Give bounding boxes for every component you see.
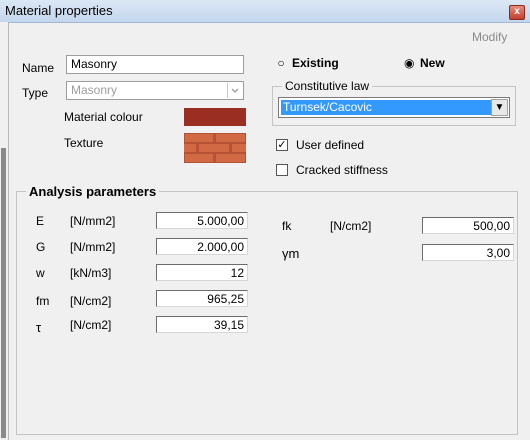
constitutive-law-label: Constitutive law [282,79,373,93]
param-unit: [N/cm2] [70,318,112,332]
radio-selected-icon: ◉ [404,56,415,70]
window-title: Material properties [5,3,113,18]
param-input-tau[interactable]: 39,15 [156,316,248,333]
close-icon[interactable]: x [509,5,525,20]
left-panel-edge [0,22,9,440]
param-symbol: fm [36,294,50,308]
constitutive-law-value: Turnsek/Cacovic [281,100,491,115]
name-label: Name [22,61,55,75]
param-symbol: fk [282,219,292,233]
name-input[interactable]: Masonry [66,55,244,74]
param-symbol: w [36,266,45,280]
existing-radio[interactable]: ○ Existing [276,56,339,70]
texture-label: Texture [64,136,104,150]
analysis-parameters-label: Analysis parameters [26,184,160,199]
radio-icon: ○ [277,56,285,70]
param-input-e[interactable]: 5.000,00 [156,212,248,229]
param-input-w[interactable]: 12 [156,264,248,281]
param-input-g[interactable]: 2.000,00 [156,238,248,255]
param-unit: [N/mm2] [70,214,116,228]
type-label: Type [22,86,49,100]
chevron-down-icon [227,83,242,98]
material-colour-label: Material colour [64,110,143,124]
param-input-gamma-m[interactable]: 3,00 [422,244,514,261]
chevron-down-icon: ▼ [491,99,508,116]
param-symbol: γm [282,246,300,261]
constitutive-law-select[interactable]: Turnsek/Cacovic ▼ [278,97,510,118]
material-properties-window: Material properties x Modify Name Masonr… [0,0,530,440]
new-radio[interactable]: ◉ New [404,56,445,70]
existing-label: Existing [292,56,339,70]
type-value: Masonry [71,83,118,97]
type-dropdown[interactable]: Masonry [66,81,244,100]
check-icon: ✓ [277,139,287,151]
modify-button[interactable]: Modify [472,30,507,44]
brick-texture-icon[interactable] [184,133,246,163]
user-defined-label: User defined [296,138,365,152]
param-input-fk[interactable]: 500,00 [422,217,514,234]
param-input-fm[interactable]: 965,25 [156,290,248,307]
param-unit: [N/mm2] [70,240,116,254]
material-colour-swatch[interactable] [184,108,246,126]
cracked-stiffness-checkbox[interactable] [276,164,288,176]
param-symbol: E [36,214,45,228]
param-unit: [N/cm2] [330,219,372,233]
scrollbar[interactable] [1,148,6,438]
param-unit: [N/cm2] [70,294,112,308]
new-label: New [420,56,445,70]
title-bar[interactable]: Material properties x [0,0,530,23]
param-symbol: τ [36,320,42,335]
param-unit: [kN/m3] [70,266,112,280]
param-symbol: G [36,240,46,254]
cracked-stiffness-label: Cracked stiffness [296,163,388,177]
user-defined-checkbox[interactable]: ✓ [276,139,288,151]
